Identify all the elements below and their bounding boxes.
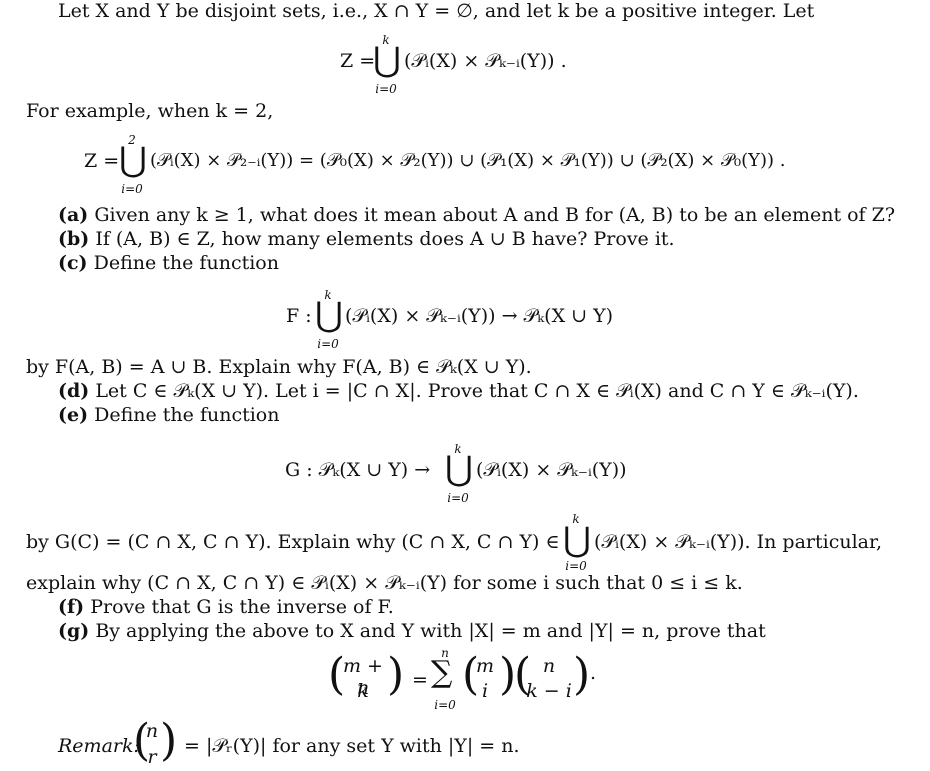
eq-lhs: Z = [340,50,376,72]
big-union-symbol: ⋃ [315,295,343,335]
big-union-symbol: ⋃ [445,449,473,489]
part-text: Define the function [93,252,279,274]
eq-body: (𝒫ᵢ(X) × 𝒫ₖ₋ᵢ(Y)) . [404,50,567,72]
union-lower-limit: i=0 [447,491,469,505]
part-text: If (A, B) ∈ Z, how many elements does A … [95,228,675,250]
big-union-symbol: ⋃ [563,520,591,560]
part-label: (b) [58,228,90,250]
intro-line: Let X and Y be disjoint sets, i.e., X ∩ … [58,0,815,22]
binom-top: n [145,720,159,742]
eq-lhs: Z = [84,150,120,172]
union-lower-limit: i=0 [317,337,339,351]
part-e-after-text: by G(C) = (C ∩ X, C ∩ Y). Explain why (C… [26,531,560,553]
part-g: (g) By applying the above to X and Y wit… [58,620,766,642]
eq-body: (𝒫ᵢ(X) × 𝒫ₖ₋ᵢ(Y)) → 𝒫ₖ(X ∪ Y) [345,305,614,327]
part-text: Let C ∈ 𝒫ₖ(X ∪ Y). Let i = |C ∩ X|. Prov… [95,380,859,402]
big-union-symbol: ⋃ [119,140,147,180]
part-b: (b) If (A, B) ∈ Z, how many elements doe… [58,228,675,250]
eq-lhs: G : 𝒫ₖ(X ∪ Y) → [285,459,431,481]
remark-text: = |𝒫ᵣ(Y)| for any set Y with |Y| = n. [184,735,520,757]
part-c: (c) Define the function [58,252,279,274]
binom-bottom: r [147,746,157,768]
equals-sign: = [412,669,428,691]
example-line: For example, when k = 2, [26,100,274,122]
binom-top: m [475,655,495,677]
part-e-after2: explain why (C ∩ X, C ∩ Y) ∈ 𝒫ᵢ(X) × 𝒫ₖ₋… [26,572,743,594]
part-label: (a) [58,204,89,226]
part-d: (d) Let C ∈ 𝒫ₖ(X ∪ Y). Let i = |C ∩ X|. … [58,380,859,402]
part-text: Prove that G is the inverse of F. [90,596,394,618]
right-paren: ) [573,649,591,700]
part-e-after-text: (𝒫ᵢ(X) × 𝒫ₖ₋ᵢ(Y)). In particular, [594,531,883,553]
right-paren: ) [160,715,178,766]
part-text: Given any k ≥ 1, what does it mean about… [94,204,896,226]
part-label: (e) [58,404,89,426]
part-label: (g) [58,620,90,642]
union-lower-limit: i=0 [375,82,397,96]
summation-symbol: ∑ [431,655,453,690]
part-text: By applying the above to X and Y with |X… [95,620,766,642]
binom-top: n [542,655,556,677]
part-label: (c) [58,252,88,274]
period: . [590,662,597,684]
binom-bottom: i [481,680,489,702]
remark-label: Remark: [58,735,140,757]
union-lower-limit: i=0 [121,182,143,196]
union-lower-limit: i=0 [565,559,587,573]
part-a: (a) Given any k ≥ 1, what does it mean a… [58,204,895,226]
part-e: (e) Define the function [58,404,280,426]
part-label: (f) [58,596,85,618]
binom-bottom: k [357,680,369,702]
part-text: Define the function [94,404,280,426]
part-c-after: by F(A, B) = A ∪ B. Explain why F(A, B) … [26,356,532,378]
eq-lhs: F : [286,305,312,327]
binom-bottom: k − i [526,680,572,702]
eq-body: (𝒫ᵢ(X) × 𝒫ₖ₋ᵢ(Y)) [476,459,627,481]
part-f: (f) Prove that G is the inverse of F. [58,596,394,618]
big-union-symbol: ⋃ [373,40,401,80]
right-paren: ) [387,649,405,700]
part-label: (d) [58,380,90,402]
eq-body: (𝒫ᵢ(X) × 𝒫₂₋ᵢ(Y)) = (𝒫₀(X) × 𝒫₂(Y)) ∪ (𝒫… [150,150,786,171]
sum-lower-limit: i=0 [434,698,456,712]
